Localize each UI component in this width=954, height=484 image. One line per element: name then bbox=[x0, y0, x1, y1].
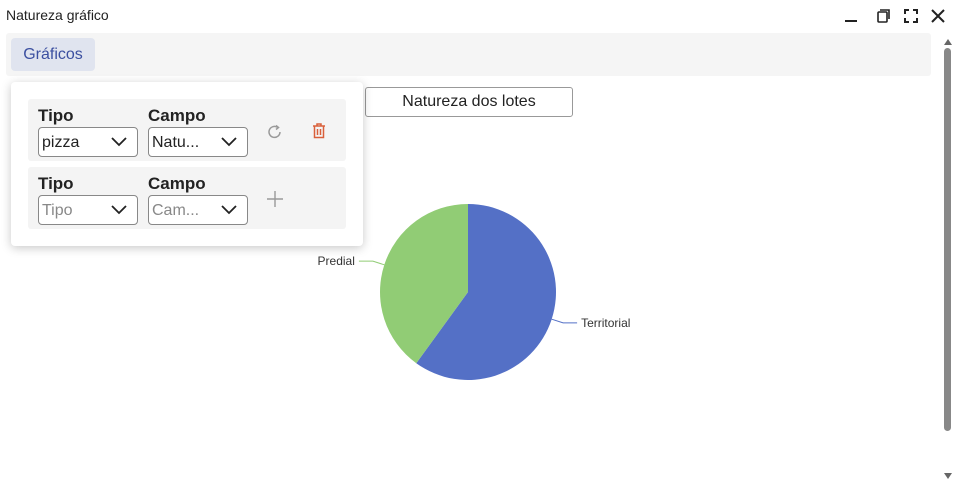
campo-value: Natu... bbox=[152, 134, 200, 151]
chart-config-popup: Tipo pizza Campo Natu... Tipo Tipo Campo… bbox=[11, 82, 363, 246]
campo-placeholder: Cam... bbox=[152, 202, 200, 219]
chart-config-row-new: Tipo Tipo Campo Cam... bbox=[28, 167, 346, 229]
fullscreen-icon bbox=[904, 9, 918, 23]
minimize-button[interactable] bbox=[841, 6, 861, 26]
slice-label: Predial bbox=[318, 254, 355, 268]
campo-label: Campo bbox=[148, 174, 206, 193]
campo-select[interactable]: Cam... bbox=[148, 195, 248, 225]
tipo-value: pizza bbox=[42, 134, 80, 151]
close-button[interactable] bbox=[928, 6, 948, 26]
delete-button[interactable] bbox=[308, 120, 330, 142]
toolbar: Gráficos bbox=[6, 33, 931, 76]
tipo-select[interactable]: pizza bbox=[38, 127, 138, 157]
refresh-icon bbox=[268, 124, 281, 139]
add-button[interactable] bbox=[264, 188, 286, 210]
fullscreen-button[interactable] bbox=[901, 6, 921, 26]
tipo-label: Tipo bbox=[38, 174, 74, 193]
restore-button[interactable] bbox=[872, 6, 892, 26]
campo-select[interactable]: Natu... bbox=[148, 127, 248, 157]
plus-icon bbox=[267, 191, 283, 207]
minimize-icon bbox=[845, 20, 857, 22]
tipo-select[interactable]: Tipo bbox=[38, 195, 138, 225]
campo-label: Campo bbox=[148, 106, 206, 125]
label-leader-line bbox=[551, 318, 578, 324]
tipo-label: Tipo bbox=[38, 106, 74, 125]
chevron-down-icon bbox=[111, 205, 127, 215]
tipo-placeholder: Tipo bbox=[42, 202, 73, 219]
chart-config-row: Tipo pizza Campo Natu... bbox=[28, 99, 346, 161]
close-icon bbox=[931, 9, 945, 23]
graficos-button[interactable]: Gráficos bbox=[11, 38, 95, 71]
refresh-button[interactable] bbox=[264, 121, 286, 143]
slice-label: Territorial bbox=[581, 316, 630, 330]
restore-icon bbox=[877, 9, 890, 23]
chevron-down-icon bbox=[221, 137, 237, 147]
chevron-down-icon bbox=[221, 205, 237, 215]
trash-icon bbox=[313, 123, 325, 139]
label-leader-line bbox=[358, 260, 385, 266]
scroll-down-arrow-icon[interactable] bbox=[944, 473, 952, 479]
scroll-up-arrow-icon[interactable] bbox=[944, 39, 952, 45]
scrollbar-thumb[interactable] bbox=[944, 48, 951, 431]
vertical-scrollbar[interactable] bbox=[940, 33, 954, 484]
chevron-down-icon bbox=[111, 137, 127, 147]
chart-title-button[interactable]: Natureza dos lotes bbox=[365, 87, 573, 117]
window-title: Natureza gráfico bbox=[6, 7, 109, 23]
title-bar: Natureza gráfico bbox=[0, 0, 954, 32]
